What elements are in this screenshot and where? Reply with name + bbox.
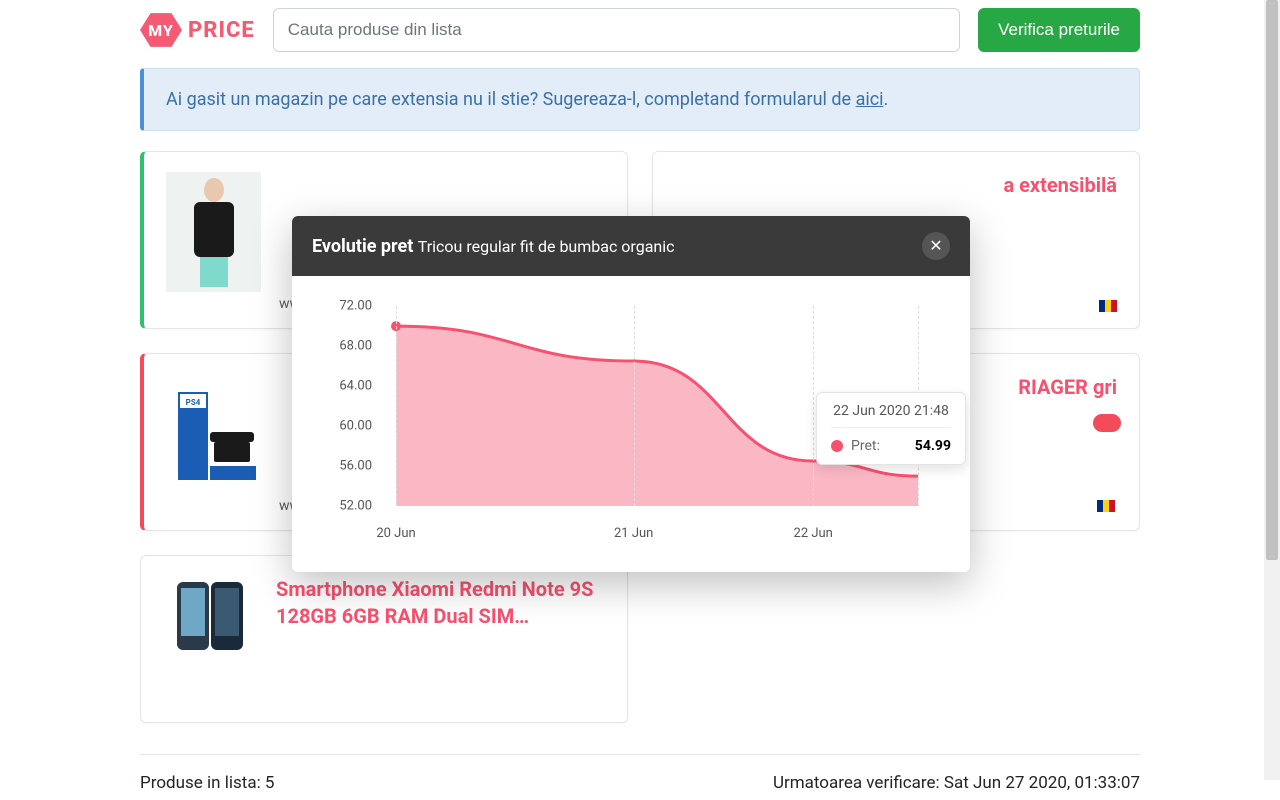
svg-text:PS4: PS4 [186, 398, 201, 407]
product-title: a extensibilă [1003, 172, 1117, 199]
close-button[interactable]: ✕ [922, 232, 950, 260]
next-check: Urmatoarea verificare: Sat Jun 27 2020, … [773, 773, 1140, 793]
y-tick-label: 72.00 [339, 299, 372, 314]
logo-my-text: MY [148, 21, 174, 40]
modal-body: 52.00 56.00 60.00 64.00 68.00 72.00 20 Jun 21 … [292, 276, 970, 572]
series-dot-icon [831, 440, 843, 452]
chart-x-axis: 20 Jun 21 Jun 22 Jun [378, 520, 922, 546]
y-tick-label: 60.00 [339, 419, 372, 434]
tooltip-date: 22 Jun 2020 21:48 [831, 403, 951, 428]
x-tick-label: 20 Jun [376, 526, 415, 541]
count-value: 5 [265, 773, 275, 793]
y-tick-label: 64.00 [339, 379, 372, 394]
verify-prices-button[interactable]: Verifica preturile [978, 8, 1140, 52]
next-value: Sat Jun 27 2020, 01:33:07 [944, 773, 1140, 793]
info-alert: Ai gasit un magazin pe care extensia nu … [140, 68, 1140, 131]
grid-line [634, 306, 635, 506]
x-tick-label: 21 Jun [614, 526, 653, 541]
product-thumbnail [163, 576, 258, 666]
chart-y-axis: 52.0056.0060.0064.0068.0072.00 [322, 306, 378, 506]
modal-header: Evolutie pret Tricou regular fit de bumb… [292, 216, 970, 276]
flag-icon [1097, 500, 1115, 512]
x-tick-label: 22 Jun [794, 526, 833, 541]
modal-title-product: Tricou regular fit de bumbac organic [418, 237, 675, 256]
count-label: Produse in lista: [140, 773, 265, 793]
alert-text-after: . [884, 89, 889, 110]
search-input[interactable] [273, 8, 960, 52]
price-evolution-modal: Evolutie pret Tricou regular fit de bumb… [292, 216, 970, 572]
grid-line [813, 306, 814, 506]
product-card[interactable]: Smartphone Xiaomi Redmi Note 9S 128GB 6G… [140, 555, 628, 723]
modal-title: Evolutie pret Tricou regular fit de bumb… [312, 236, 675, 257]
logo[interactable]: MY PRICE [140, 12, 255, 48]
product-thumbnail [166, 172, 261, 292]
header: MY PRICE Verifica preturile [140, 0, 1140, 68]
next-label: Urmatoarea verificare: [773, 773, 944, 793]
status-bar: Produse in lista: 5 Urmatoarea verificar… [140, 754, 1140, 800]
y-tick-label: 56.00 [339, 459, 372, 474]
alert-link[interactable]: aici [856, 89, 884, 110]
product-count: Produse in lista: 5 [140, 773, 274, 793]
product-title: RIAGER gri [1018, 374, 1117, 401]
flag-icon [1099, 300, 1117, 312]
product-title: Smartphone Xiaomi Redmi Note 9S 128GB 6G… [276, 576, 605, 630]
scrollbar-thumb[interactable] [1266, 0, 1278, 560]
modal-title-prefix: Evolutie pret [312, 236, 418, 257]
alert-text-before: Ai gasit un magazin pe care extensia nu … [166, 89, 856, 110]
product-thumbnail: PS4 [166, 374, 261, 494]
scrollbar-vertical[interactable] [1264, 0, 1280, 780]
grid-line [396, 306, 397, 506]
tooltip-label: Pret: [851, 438, 880, 454]
chart-tooltip: 22 Jun 2020 21:48 Pret: 54.99 [816, 392, 966, 465]
close-icon: ✕ [929, 236, 942, 256]
y-tick-label: 68.00 [339, 339, 372, 354]
logo-price-text: PRICE [188, 18, 255, 43]
logo-badge-icon: MY [140, 12, 182, 48]
tooltip-value: 54.99 [915, 438, 951, 454]
y-tick-label: 52.00 [339, 499, 372, 514]
price-badge-icon [1093, 414, 1121, 432]
